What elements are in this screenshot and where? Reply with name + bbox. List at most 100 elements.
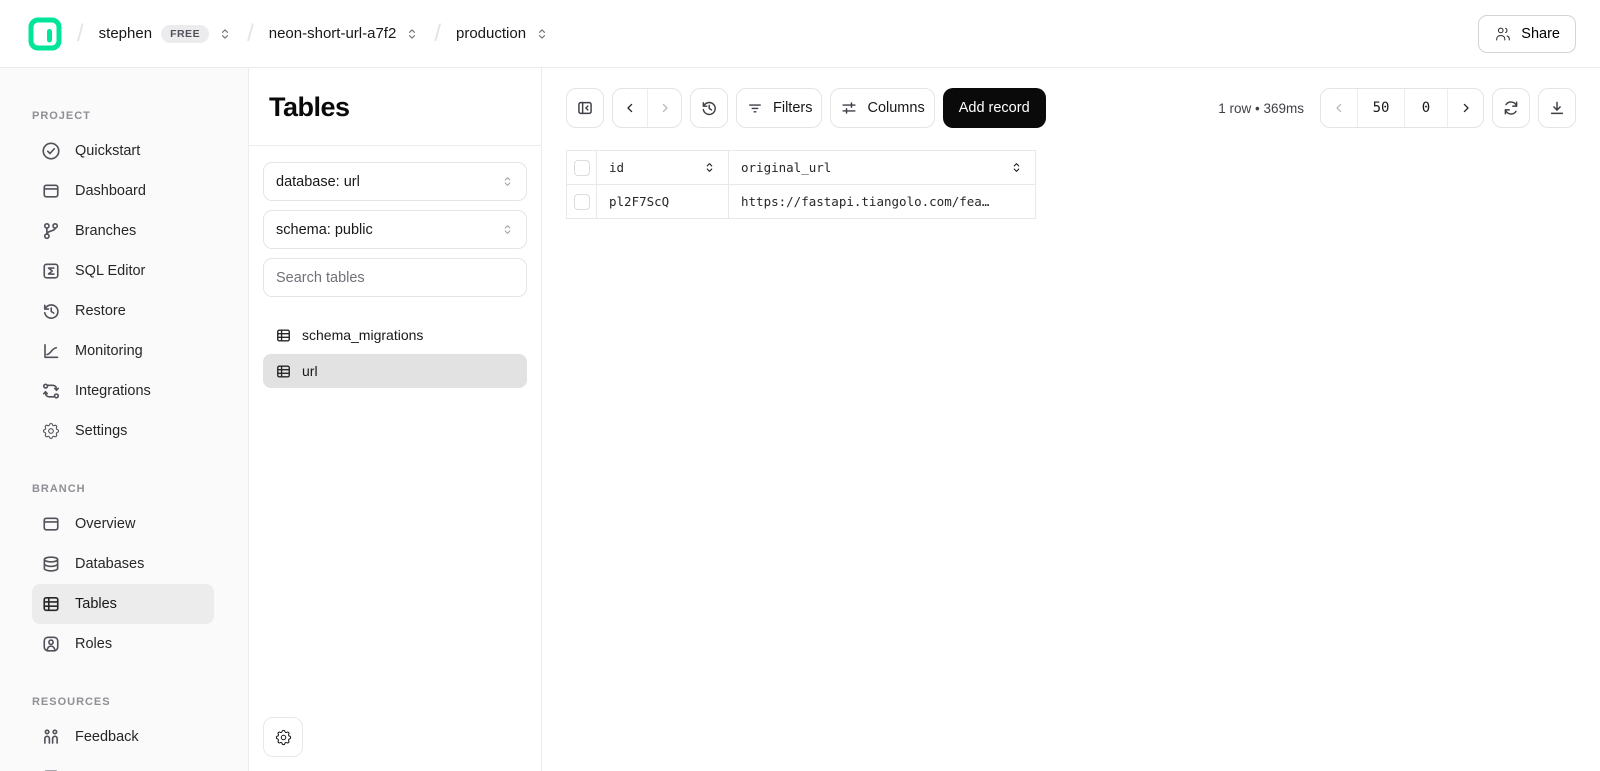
filters-button[interactable]: Filters — [736, 88, 822, 128]
sidebar-item-overview[interactable]: Overview — [32, 504, 214, 544]
schema-select[interactable]: schema: public — [263, 210, 527, 249]
sidebar-item-databases[interactable]: Databases — [32, 544, 214, 584]
sidebar-section-project: Project Quickstart Dashboard Branches SQ… — [0, 110, 248, 451]
sidebar-section-branch: Branch Overview Databases Tables Roles — [0, 483, 248, 664]
adjustments-icon — [840, 99, 858, 117]
sql-editor-icon — [41, 261, 61, 281]
chevron-left-icon — [622, 100, 638, 116]
chart-line-icon — [41, 341, 61, 361]
database-icon — [41, 554, 61, 574]
page-size-input[interactable] — [1358, 100, 1404, 116]
section-label: Project — [0, 110, 248, 122]
share-button[interactable]: Share — [1478, 15, 1576, 53]
table-icon — [275, 363, 292, 380]
columns-button[interactable]: Columns — [830, 88, 934, 128]
tables-panel-footer — [249, 703, 541, 771]
sidebar-item-label: Monitoring — [75, 343, 143, 359]
prev-page-button[interactable] — [1321, 89, 1357, 127]
query-history-button[interactable] — [690, 88, 728, 128]
tables-panel-header: Tables — [249, 68, 541, 146]
history-clock-icon — [41, 301, 61, 321]
window-icon — [41, 767, 61, 771]
sidebar-item-monitoring[interactable]: Monitoring — [32, 331, 214, 371]
breadcrumb-branch[interactable]: production — [456, 25, 549, 42]
main-content: Filters Columns Add record 1 row • 369ms — [542, 68, 1600, 771]
sidebar-item-partial[interactable] — [32, 757, 214, 771]
tables-panel: Tables database: url schema: public sche… — [248, 68, 542, 771]
panel-settings-button[interactable] — [263, 717, 303, 757]
sort-chevron-icon[interactable] — [703, 161, 716, 174]
two-users-icon — [41, 727, 61, 747]
plan-badge: FREE — [161, 25, 209, 43]
column-header-original-url[interactable]: original_url — [729, 151, 1036, 185]
table-list: schema_migrations url — [263, 318, 527, 388]
breadcrumb-org[interactable]: stephen FREE — [99, 25, 232, 43]
sidebar-item-label: Dashboard — [75, 183, 146, 199]
table-list-item-schema-migrations[interactable]: schema_migrations — [263, 318, 527, 352]
cell-original-url[interactable]: https://fastapi.tiangolo.com/fea… — [729, 185, 1036, 219]
table-row[interactable]: pl2F7ScQ https://fastapi.tiangolo.com/fe… — [567, 185, 1036, 219]
sidebar-section-resources: Resources Feedback — [0, 696, 248, 771]
page-offset-cell — [1404, 89, 1447, 127]
collapse-panel-button[interactable] — [566, 88, 604, 128]
page-title: Tables — [269, 92, 521, 123]
cell-id[interactable]: pl2F7ScQ — [597, 185, 729, 219]
org-name: stephen — [99, 25, 152, 42]
breadcrumb-project[interactable]: neon-short-url-a7f2 — [269, 25, 420, 42]
collapse-panel-icon — [576, 99, 594, 117]
breadcrumb-separator: / — [247, 20, 254, 48]
history-clock-icon — [700, 99, 718, 117]
sidebar-item-settings[interactable]: Settings — [32, 411, 214, 451]
git-branch-icon — [41, 221, 61, 241]
database-select[interactable]: database: url — [263, 162, 527, 201]
filters-label: Filters — [773, 100, 812, 116]
sidebar-item-branches[interactable]: Branches — [32, 211, 214, 251]
sidebar-item-restore[interactable]: Restore — [32, 291, 214, 331]
chevron-right-icon — [1458, 100, 1474, 116]
top-bar: / stephen FREE / neon-short-url-a7f2 / p… — [0, 0, 1600, 68]
forward-button[interactable] — [647, 89, 681, 127]
sidebar-item-quickstart[interactable]: Quickstart — [32, 131, 214, 171]
download-button[interactable] — [1538, 88, 1576, 128]
history-nav-group — [612, 88, 682, 128]
sidebar-item-label: Integrations — [75, 383, 151, 399]
schema-select-value: schema: public — [276, 222, 373, 238]
sidebar-item-tables[interactable]: Tables — [32, 584, 214, 624]
cell-value: pl2F7ScQ — [609, 194, 669, 209]
check-circle-icon — [41, 141, 61, 161]
breadcrumb-separator: / — [434, 20, 441, 48]
row-checkbox[interactable] — [574, 194, 590, 210]
sidebar-item-sql-editor[interactable]: SQL Editor — [32, 251, 214, 291]
sidebar-item-integrations[interactable]: Integrations — [32, 371, 214, 411]
cell-value: https://fastapi.tiangolo.com/fea… — [741, 194, 989, 209]
database-select-value: database: url — [276, 174, 360, 190]
sort-chevron-icon[interactable] — [1010, 161, 1023, 174]
search-tables-input[interactable] — [263, 258, 527, 297]
select-all-checkbox[interactable] — [574, 160, 590, 176]
filter-icon — [746, 99, 764, 117]
row-select-cell — [567, 185, 597, 219]
page-offset-input[interactable] — [1405, 100, 1447, 116]
column-label: original_url — [741, 160, 831, 175]
branch-name: production — [456, 25, 526, 42]
next-page-button[interactable] — [1447, 89, 1483, 127]
sidebar-item-roles[interactable]: Roles — [32, 624, 214, 664]
table-icon — [41, 594, 61, 614]
chevron-right-icon — [657, 100, 673, 116]
share-users-icon — [1494, 25, 1512, 43]
breadcrumb-separator: / — [77, 20, 84, 48]
grid-header-row: id original_url — [567, 151, 1036, 185]
refresh-button[interactable] — [1492, 88, 1530, 128]
tables-panel-body: database: url schema: public schema_migr… — [249, 146, 541, 388]
table-list-item-url[interactable]: url — [263, 354, 527, 388]
back-button[interactable] — [613, 89, 647, 127]
refresh-icon — [1502, 99, 1520, 117]
column-header-id[interactable]: id — [597, 151, 729, 185]
sidebar-item-feedback[interactable]: Feedback — [32, 717, 214, 757]
data-grid: id original_url — [566, 150, 1576, 219]
add-record-button[interactable]: Add record — [943, 88, 1046, 128]
neon-logo-icon[interactable] — [28, 17, 62, 51]
sidebar-item-dashboard[interactable]: Dashboard — [32, 171, 214, 211]
sidebar-item-label: Overview — [75, 516, 135, 532]
gear-icon — [41, 421, 61, 441]
